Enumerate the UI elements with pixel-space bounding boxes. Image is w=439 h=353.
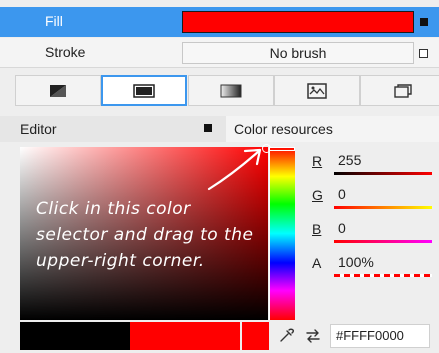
- image-brush-icon: [307, 82, 327, 99]
- r-channel-slider[interactable]: [334, 172, 432, 175]
- editor-options-icon[interactable]: [204, 124, 212, 132]
- hue-slider[interactable]: [269, 147, 295, 320]
- hex-color-input[interactable]: #FFFF0000: [330, 324, 430, 348]
- editor-header: Editor: [0, 116, 226, 142]
- current-color-swatch[interactable]: [130, 322, 240, 350]
- previous-color-swatch[interactable]: [20, 322, 130, 350]
- tab-gradient-brush[interactable]: [188, 75, 274, 106]
- instruction-callout: Click in this color selector and drag to…: [36, 199, 254, 271]
- solid-color-brush-icon: [133, 83, 155, 98]
- fill-row[interactable]: Fill: [0, 7, 439, 37]
- eyedropper-icon[interactable]: [279, 327, 295, 343]
- color-resources-title: Color resources: [234, 121, 333, 137]
- b-channel-label: B: [312, 221, 322, 237]
- r-channel-input[interactable]: 255: [334, 150, 432, 172]
- g-channel-input[interactable]: 0: [334, 184, 432, 206]
- stroke-value[interactable]: No brush: [182, 42, 414, 64]
- g-channel-label: G: [312, 187, 323, 203]
- hue-slider-handle[interactable]: [269, 147, 295, 151]
- fill-label: Fill: [45, 13, 63, 29]
- stroke-label: Stroke: [45, 44, 86, 60]
- drag-arrow-icon: [207, 148, 262, 191]
- stroke-advanced-options-icon[interactable]: [419, 49, 428, 58]
- stroke-row[interactable]: Stroke No brush: [0, 38, 439, 68]
- swap-colors-icon[interactable]: [305, 329, 321, 343]
- editor-title: Editor: [20, 121, 57, 137]
- brush-resources-icon: [394, 83, 412, 98]
- r-channel-label: R: [312, 153, 323, 169]
- g-channel-slider[interactable]: [334, 206, 432, 209]
- color-resources-header[interactable]: Color resources: [226, 116, 439, 142]
- a-channel-slider[interactable]: [334, 274, 432, 277]
- tab-brush-resources[interactable]: [360, 75, 439, 106]
- fill-color-swatch[interactable]: [182, 11, 414, 33]
- a-channel-label: A: [312, 255, 322, 271]
- b-channel-slider[interactable]: [334, 240, 432, 243]
- tab-image-brush[interactable]: [274, 75, 360, 106]
- b-channel-input[interactable]: 0: [334, 218, 432, 240]
- tab-no-brush[interactable]: [15, 75, 101, 106]
- brush-type-bar: [0, 71, 439, 109]
- gradient-brush-icon: [220, 84, 242, 97]
- no-brush-icon: [50, 84, 66, 97]
- fill-advanced-options-icon[interactable]: [420, 18, 428, 26]
- tab-solid-color-brush[interactable]: [101, 75, 187, 106]
- hue-swatch: [242, 322, 269, 350]
- a-channel-input[interactable]: 100%: [334, 252, 432, 274]
